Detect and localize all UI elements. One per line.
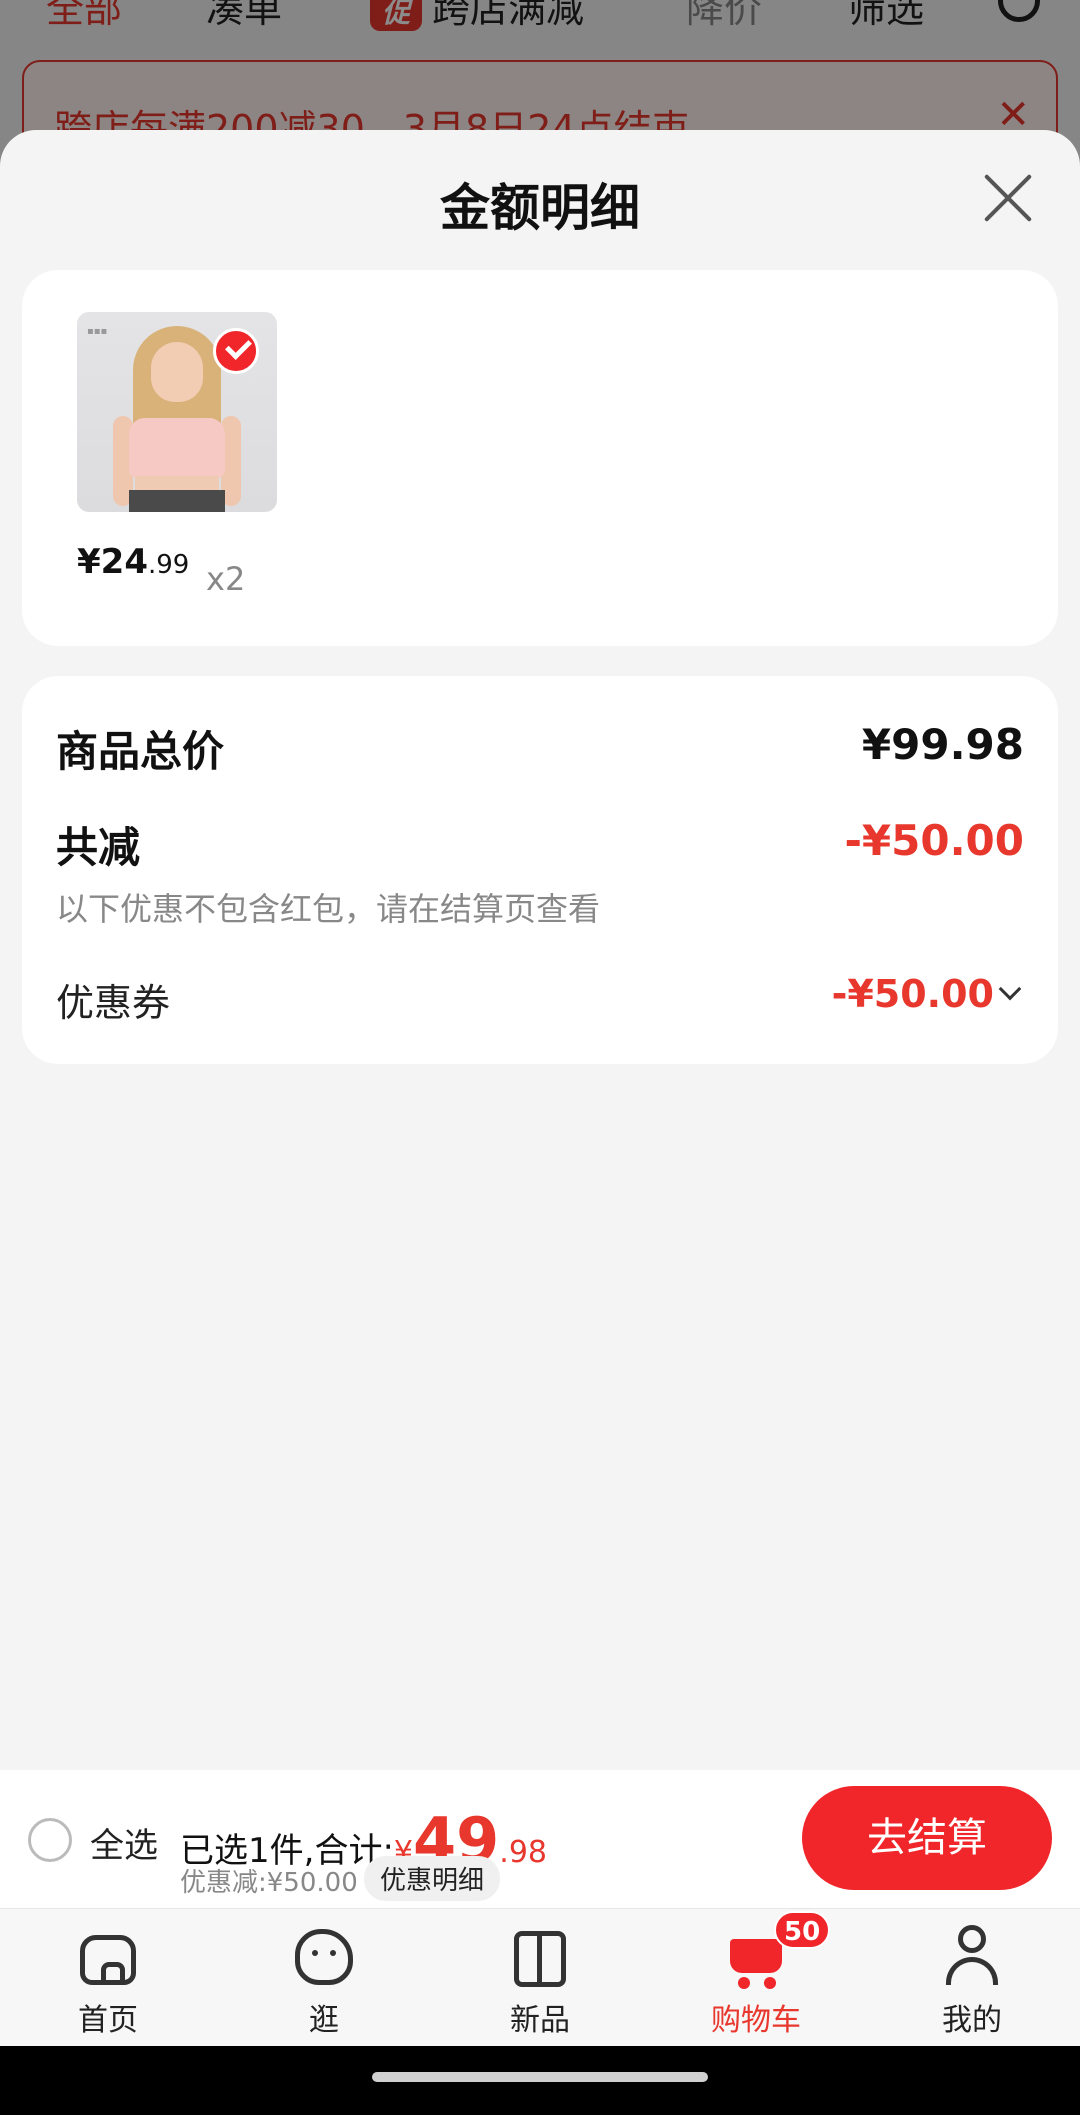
select-all-radio[interactable] — [28, 1818, 72, 1862]
total-value: ¥99.98 — [861, 720, 1024, 769]
tab-browse[interactable]: 逛 — [264, 1925, 384, 2039]
tab-new-label: 新品 — [510, 2003, 570, 2038]
reduce-note: 以下优惠不包含红包，请在结算页查看 — [56, 890, 601, 928]
chevron-down-icon — [998, 977, 1022, 1001]
user-icon — [940, 1925, 1004, 1989]
reduce-value: -¥50.00 — [844, 816, 1024, 865]
bottom-tabbar: 首页 逛 新品 50 购物车 我的 — [0, 1908, 1080, 2046]
coupon-label: 优惠券 — [56, 981, 171, 1025]
sheet-title: 金额明细 — [440, 179, 640, 237]
product-price: ¥24.99 — [77, 542, 189, 582]
tab-me[interactable]: 我的 — [912, 1925, 1032, 2039]
product-card: ▪▪▪ ¥24.99 x2 — [22, 270, 1058, 646]
tab-home[interactable]: 首页 — [48, 1925, 168, 2039]
product-image[interactable]: ▪▪▪ — [77, 312, 277, 512]
product-item[interactable]: ▪▪▪ ¥24.99 — [77, 312, 277, 582]
tab-me-label: 我的 — [942, 2003, 1002, 2038]
tab-cart[interactable]: 50 购物车 — [696, 1911, 831, 2039]
checkout-bar: 全选 已选1件,合计:¥49.98 优惠减:¥50.00 优惠明细 去结算 — [0, 1770, 1080, 1908]
select-all-label[interactable]: 全选 — [90, 1818, 158, 1867]
coupon-value[interactable]: -¥50.00 — [831, 972, 1022, 1016]
total-dec: .98 — [499, 1835, 547, 1870]
tab-cart-label: 购物车 — [711, 2003, 801, 2038]
cart-icon: 50 — [724, 1911, 831, 1989]
reduce-label: 共减 — [56, 823, 141, 872]
discount-text: 优惠减:¥50.00 — [180, 1868, 358, 1898]
tab-new[interactable]: 新品 — [480, 1925, 600, 2039]
summary-card: 商品总价 ¥99.98 共减 -¥50.00 以下优惠不包含红包，请在结算页查看… — [22, 676, 1058, 1064]
system-nav-area — [0, 2046, 1080, 2115]
price-cents: .99 — [147, 550, 190, 580]
home-indicator[interactable] — [372, 2072, 708, 2082]
cart-count-badge: 50 — [774, 1911, 831, 1949]
home-icon — [76, 1925, 140, 1989]
price-main: ¥24 — [77, 542, 148, 582]
checkmark-icon — [213, 328, 259, 374]
amount-detail-sheet: 金额明细 ▪▪▪ ¥24.99 x2 商品总价 ¥99.98 共减 -¥50.0 — [0, 130, 1080, 2045]
product-quantity: x2 — [206, 560, 246, 598]
browse-face-icon — [292, 1925, 356, 1989]
total-label: 商品总价 — [56, 727, 225, 776]
tab-home-label: 首页 — [78, 2003, 138, 2038]
brand-mark: ▪▪▪ — [87, 326, 108, 337]
box-icon — [508, 1925, 572, 1989]
close-icon[interactable] — [982, 172, 1034, 224]
tab-browse-label: 逛 — [309, 2003, 339, 2038]
checkout-button[interactable]: 去结算 — [802, 1786, 1052, 1890]
discount-detail-button[interactable]: 优惠明细 — [364, 1856, 501, 1901]
coupon-amount: -¥50.00 — [831, 972, 994, 1016]
